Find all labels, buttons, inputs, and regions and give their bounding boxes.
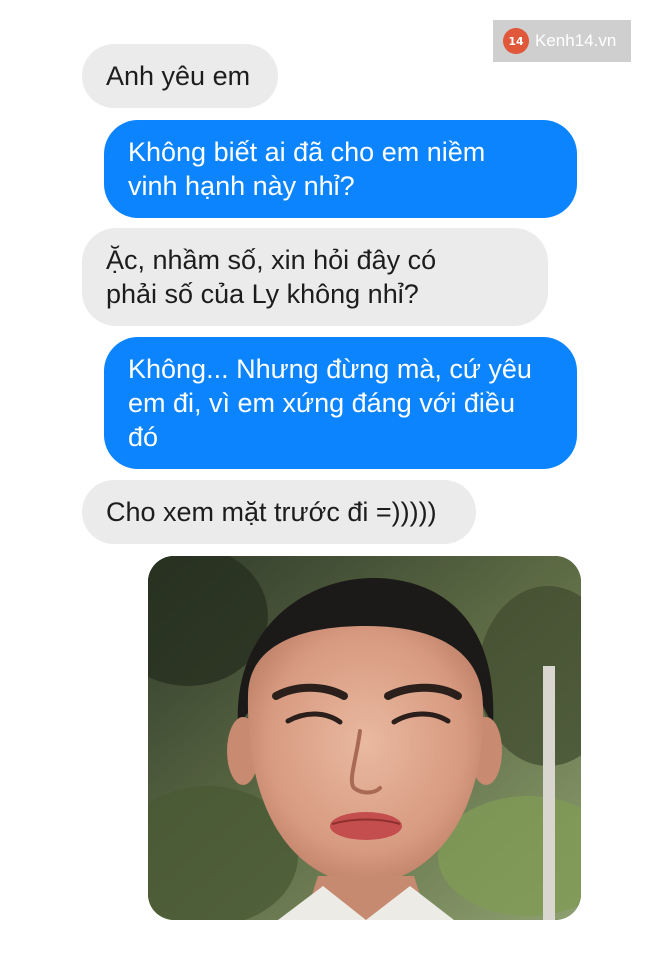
message-sent[interactable]: Không... Nhưng đừng mà, cứ yêu em đi, vì… (104, 337, 577, 469)
watermark-site-text: Kenh14.vn (535, 31, 617, 50)
message-received[interactable]: Anh yêu em (82, 44, 278, 108)
message-text: Ặc, nhầm số, xin hỏi đây có phải số của … (106, 243, 436, 311)
message-text: Cho xem mặt trước đi =))))) (106, 495, 437, 529)
message-received[interactable]: Ặc, nhầm số, xin hỏi đây có phải số của … (82, 228, 548, 326)
message-line: Anh yêu em (106, 61, 251, 91)
message-line: Ặc, nhầm số, xin hỏi đây có (106, 245, 437, 275)
message-text: Không biết ai đã cho em niềm vinh hạnh n… (128, 135, 485, 203)
message-line: vinh hạnh này nhỉ? (128, 171, 355, 201)
message-text: Anh yêu em (106, 59, 250, 93)
message-received[interactable]: Cho xem mặt trước đi =))))) (82, 480, 476, 544)
message-sent[interactable]: Không biết ai đã cho em niềm vinh hạnh n… (104, 120, 577, 218)
message-line: em đi, vì em xứng đáng với điều (128, 388, 515, 418)
message-text: Không... Nhưng đừng mà, cứ yêu em đi, vì… (128, 352, 532, 454)
portrait-photo-icon (148, 556, 581, 920)
message-line: đó (128, 422, 159, 452)
message-line: Cho xem mặt trước đi =))))) (106, 497, 437, 527)
message-line: phải số của Ly không nhỉ? (106, 279, 419, 309)
message-line: Không biết ai đã cho em niềm (128, 137, 486, 167)
photo-message[interactable] (148, 556, 581, 920)
kenh14-watermark: 14 Kenh14.vn (493, 20, 631, 62)
message-line: Không... Nhưng đừng mà, cứ yêu (128, 354, 532, 384)
kenh14-logo-icon: 14 (503, 28, 529, 54)
